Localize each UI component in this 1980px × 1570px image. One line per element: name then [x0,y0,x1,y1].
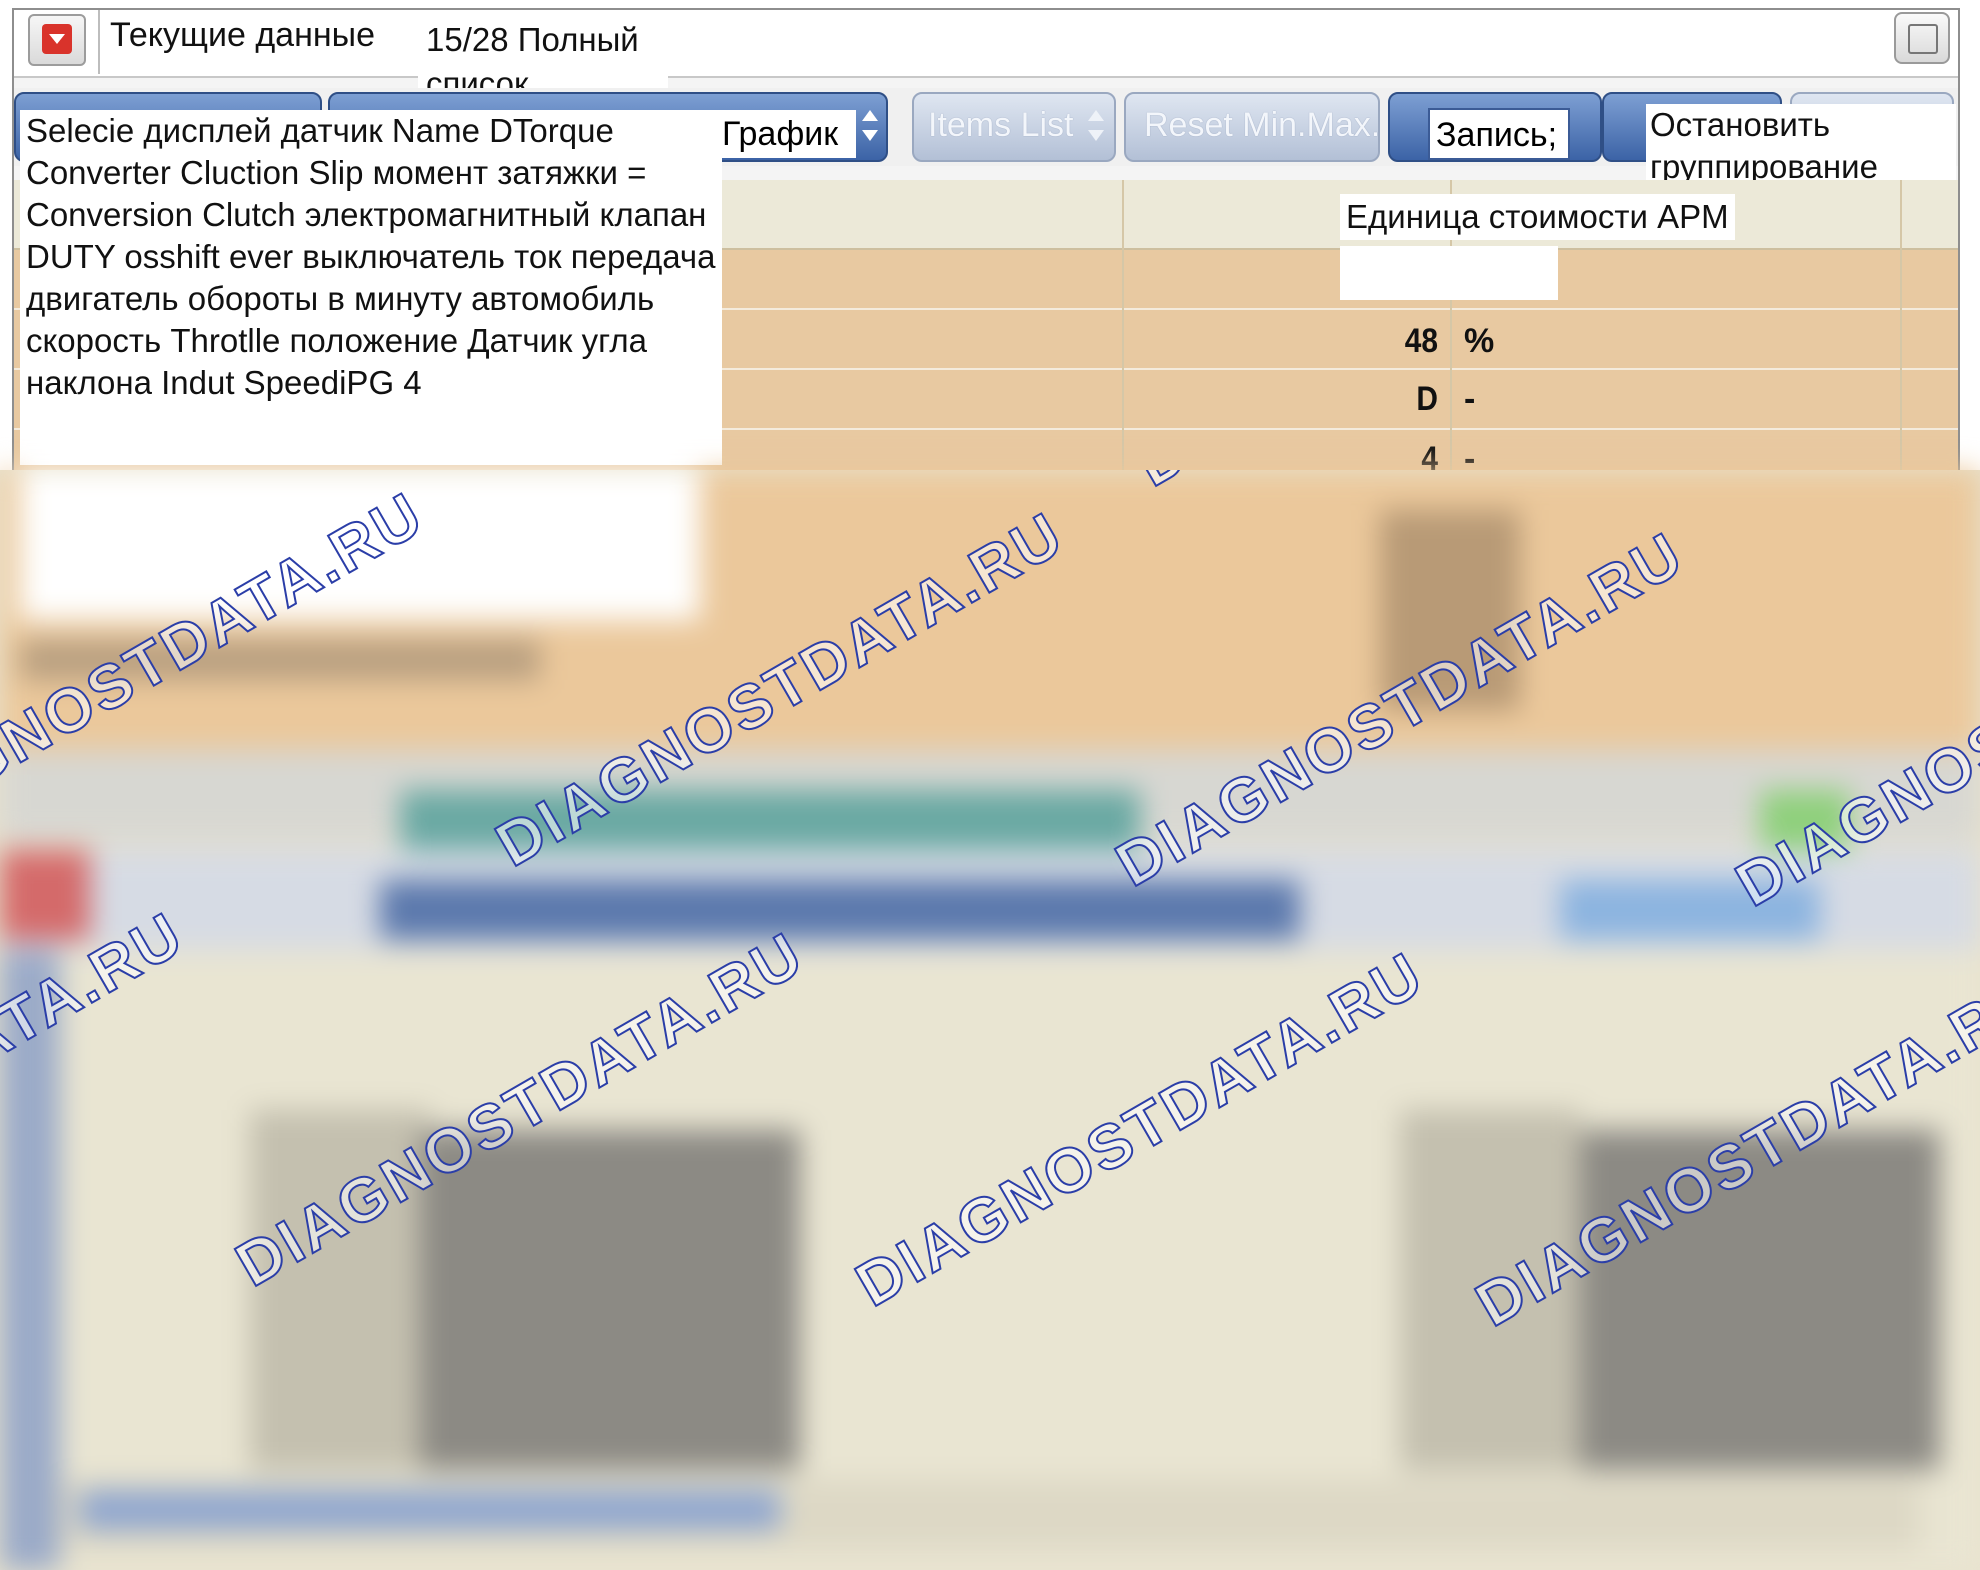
column-divider [1900,180,1902,470]
data-window-region: Текущие данные 15/28 Полный список Items… [0,0,1980,470]
unit-column-header-label: Единица стоимости APM [1340,194,1735,240]
unit-column-header: Единица стоимости APM [1340,194,1772,304]
title-divider [98,10,100,74]
row-unit: % [1464,322,1495,360]
row-value: 4 [1421,440,1438,470]
row-unit: - [1464,380,1476,418]
unit-header-pad [1340,246,1558,300]
collapse-icon [42,24,72,54]
row-unit: - [1464,440,1476,470]
reset-min-max-button[interactable]: Reset Min.Max. [1124,92,1380,162]
record-label: Запись; [1428,108,1570,160]
row-value: 48 [1404,322,1438,360]
window-title: Текущие данные [110,16,375,54]
graph-label: График [716,110,856,158]
sensor-name-list: Selecie дисплей датчик Name DTorque Conv… [20,110,722,465]
row-value: D [1416,380,1438,418]
spinner-icon [860,108,880,148]
blurred-region [0,470,1980,1570]
spinner-icon [1086,108,1106,148]
column-divider [1122,180,1124,470]
maximize-button[interactable] [1894,12,1950,64]
reset-min-max-label: Reset Min.Max. [1144,106,1381,144]
items-list-button[interactable]: Items List [912,92,1116,162]
collapse-button[interactable] [28,14,86,66]
maximize-icon [1908,24,1938,54]
items-list-label: Items List [928,106,1074,144]
